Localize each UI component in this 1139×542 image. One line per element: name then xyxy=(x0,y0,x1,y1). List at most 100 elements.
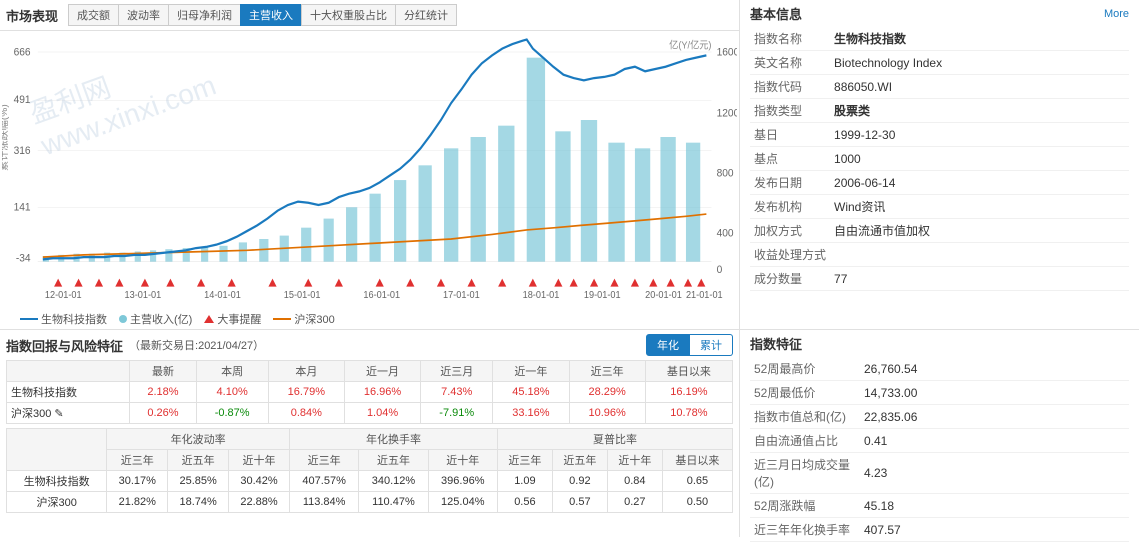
info-value-puborg: Wind资讯 xyxy=(830,195,1129,219)
return-val-hs300-1y: 33.16% xyxy=(493,403,569,424)
vol-hs300-turn5y: 110.47% xyxy=(359,492,428,513)
returns-title: 指数回报与风险特征 xyxy=(6,336,123,355)
feat-label-float: 自由流通值占比 xyxy=(750,429,860,453)
tab-guimu[interactable]: 归母净利润 xyxy=(168,4,240,26)
info-value-count: 77 xyxy=(830,267,1129,291)
info-label-name: 指数名称 xyxy=(750,27,830,51)
vol-index-vol5y: 25.85% xyxy=(168,471,229,492)
info-value-pubdate: 2006-06-14 xyxy=(830,171,1129,195)
tab-fenhong[interactable]: 分红统计 xyxy=(395,4,457,26)
feat-value-mcap: 22,835.06 xyxy=(860,405,1129,429)
vol-col-5y1: 近五年 xyxy=(168,450,229,471)
info-value-engname: Biotechnology Index xyxy=(830,51,1129,75)
info-row-baseday: 基日 1999-12-30 xyxy=(750,123,1129,147)
vol-row-index: 生物科技指数 30.17% 25.85% 30.42% 407.57% 340.… xyxy=(7,471,733,492)
svg-text:15-01-01: 15-01-01 xyxy=(284,290,321,302)
tab-bodonglv[interactable]: 波动率 xyxy=(118,4,168,26)
return-table: 最新 本周 本月 近一月 近三月 近一年 近三年 基日以来 生物科技指数 2.1… xyxy=(6,360,733,424)
info-row-yield: 收益处理方式 xyxy=(750,243,1129,267)
legend-label-revenue: 主营收入(亿) xyxy=(130,311,192,327)
info-value-name: 生物科技指数 xyxy=(830,27,1129,51)
tab-zhuyingshouru[interactable]: 主营收入 xyxy=(240,4,301,26)
info-row-name: 指数名称 生物科技指数 xyxy=(750,27,1129,51)
toggle-annualized[interactable]: 年化 xyxy=(646,334,690,356)
return-val-index-latest: 2.18% xyxy=(130,382,196,403)
vol-hs300-sharpe3y: 0.56 xyxy=(497,492,552,513)
legend-label-index: 生物科技指数 xyxy=(41,311,107,327)
top-row: 市场表现 成交额 波动率 归母净利润 主营收入 十大权重股占比 分红统计 盈利网… xyxy=(0,0,1139,330)
toggle-group: 年化 累计 xyxy=(646,334,733,356)
vol-label-hs300: 沪深300 xyxy=(7,492,107,513)
returns-header: 指数回报与风险特征 （最新交易日:2021/04/27） 年化 累计 xyxy=(6,334,733,356)
info-label-type: 指数类型 xyxy=(750,99,830,123)
svg-text:1600: 1600 xyxy=(717,46,737,59)
vol-index-sharpe-since: 0.65 xyxy=(662,471,732,492)
return-val-hs300-3y: 10.96% xyxy=(569,403,645,424)
vol-index-sharpe5y: 0.92 xyxy=(552,471,607,492)
info-value-type: 股票类 xyxy=(830,99,1129,123)
return-val-hs300-latest: 0.26% xyxy=(130,403,196,424)
info-label-engname: 英文名称 xyxy=(750,51,830,75)
info-label-puborg: 发布机构 xyxy=(750,195,830,219)
legend-label-hs300: 沪深300 xyxy=(294,311,334,327)
vol-col-5y2: 近五年 xyxy=(359,450,428,471)
rth-3y: 近三年 xyxy=(569,361,645,382)
svg-text:1200: 1200 xyxy=(717,107,737,120)
info-row-basepoint: 基点 1000 xyxy=(750,147,1129,171)
vol-hs300-turn3y: 113.84% xyxy=(289,492,358,513)
info-value-basepoint: 1000 xyxy=(830,147,1129,171)
vol-index-vol10y: 30.42% xyxy=(229,471,290,492)
return-label-index: 生物科技指数 xyxy=(7,382,130,403)
return-val-index-3m: 7.43% xyxy=(421,382,493,403)
feat-row-mcap: 指数市值总和(亿) 22,835.06 xyxy=(750,405,1129,429)
info-value-code: 886050.WI xyxy=(830,75,1129,99)
more-link[interactable]: More xyxy=(1104,8,1129,20)
svg-text:491: 491 xyxy=(14,94,31,107)
svg-text:800: 800 xyxy=(717,167,734,180)
info-row-puborg: 发布机构 Wind资讯 xyxy=(750,195,1129,219)
market-panel: 市场表现 成交额 波动率 归母净利润 主营收入 十大权重股占比 分红统计 盈利网… xyxy=(0,0,740,329)
feat-label-low: 52周最低价 xyxy=(750,381,860,405)
vol-index-turn5y: 340.12% xyxy=(359,471,428,492)
features-panel: 指数特征 52周最高价 26,760.54 52周最低价 14,733.00 指… xyxy=(740,330,1139,537)
svg-text:13-01-01: 13-01-01 xyxy=(125,290,162,302)
info-label-basepoint: 基点 xyxy=(750,147,830,171)
return-val-hs300-week: -0.87% xyxy=(196,403,268,424)
return-row-index: 生物科技指数 2.18% 4.10% 16.79% 16.96% 7.43% 4… xyxy=(7,382,733,403)
info-label-pubdate: 发布日期 xyxy=(750,171,830,195)
info-value-weight: 自由流通市值加权 xyxy=(830,219,1129,243)
vol-hs300-turn10y: 125.04% xyxy=(428,492,497,513)
legend-line-blue xyxy=(20,318,38,320)
rth-1y: 近一年 xyxy=(493,361,569,382)
feat-value-change: 45.18 xyxy=(860,494,1129,518)
rth-thisweek: 本周 xyxy=(196,361,268,382)
returns-panel: 指数回报与风险特征 （最新交易日:2021/04/27） 年化 累计 最新 本周… xyxy=(0,330,740,537)
vol-col-10y3: 近十年 xyxy=(607,450,662,471)
vol-col-since: 基日以来 xyxy=(662,450,732,471)
svg-text:316: 316 xyxy=(14,145,31,158)
svg-text:400: 400 xyxy=(717,227,734,240)
feat-label-mcap: 指数市值总和(亿) xyxy=(750,405,860,429)
legend-item-revenue: 主营收入(亿) xyxy=(119,311,192,327)
vol-label-index: 生物科技指数 xyxy=(7,471,107,492)
info-row-pubdate: 发布日期 2006-06-14 xyxy=(750,171,1129,195)
return-val-index-1y: 45.18% xyxy=(493,382,569,403)
info-label-weight: 加权方式 xyxy=(750,219,830,243)
toggle-cumulative[interactable]: 累计 xyxy=(690,334,733,356)
feat-row-high: 52周最高价 26,760.54 xyxy=(750,357,1129,381)
return-val-index-since: 16.19% xyxy=(645,382,732,403)
info-value-baseday: 1999-12-30 xyxy=(830,123,1129,147)
legend-dot-revenue xyxy=(119,315,127,323)
vol-index-sharpe3y: 1.09 xyxy=(497,471,552,492)
info-row-engname: 英文名称 Biotechnology Index xyxy=(750,51,1129,75)
tab-shida[interactable]: 十大权重股占比 xyxy=(301,4,395,26)
vol-hs300-vol5y: 18.74% xyxy=(168,492,229,513)
svg-text:20-01-01: 20-01-01 xyxy=(645,290,682,302)
tab-chengjiaoe[interactable]: 成交额 xyxy=(68,4,118,26)
rth-latest: 最新 xyxy=(130,361,196,382)
legend-item-event: 大事提醒 xyxy=(204,311,261,327)
feat-row-float: 自由流通值占比 0.41 xyxy=(750,429,1129,453)
info-label-count: 成分数量 xyxy=(750,267,830,291)
svg-text:19-01-01: 19-01-01 xyxy=(584,290,621,302)
vol-header-sharpe: 夏普比率 xyxy=(497,429,732,450)
